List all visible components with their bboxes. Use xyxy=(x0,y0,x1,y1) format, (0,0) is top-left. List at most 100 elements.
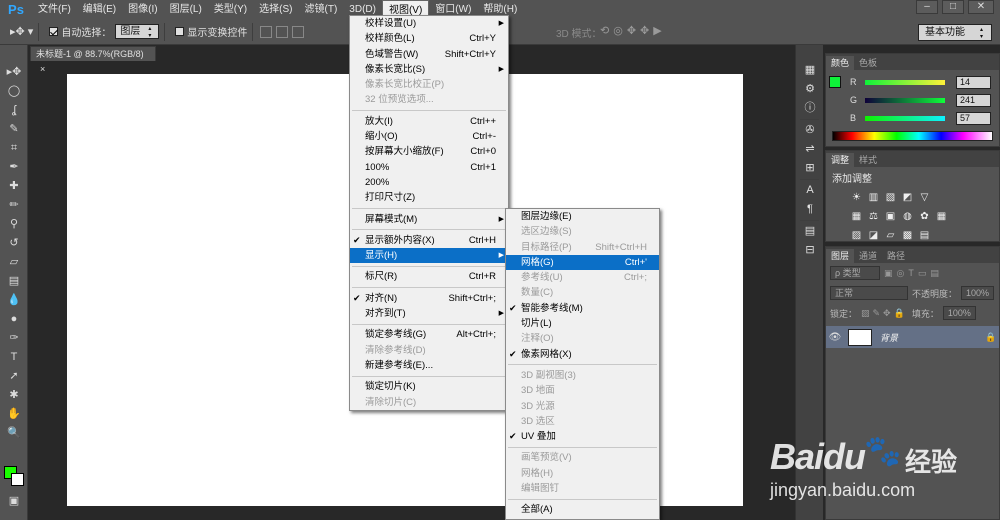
tab-paths[interactable]: 路径 xyxy=(882,249,910,263)
menu-item-row[interactable]: 放大(I) Ctrl++ xyxy=(350,114,508,129)
minimize-button[interactable]: – xyxy=(916,0,938,14)
menu-item-row[interactable]: 显示(H) ▶ xyxy=(350,248,508,264)
blue-channel-input[interactable]: 57 xyxy=(956,111,991,125)
notes-panel-icon[interactable]: ▤ xyxy=(796,222,824,241)
menu-item-row[interactable]: ✔ 智能参考线(M) xyxy=(506,301,659,316)
marquee-tool-icon[interactable]: ◯ xyxy=(0,82,28,101)
layer-comps-icon[interactable]: ⊟ xyxy=(796,241,824,260)
move-tool-icon[interactable]: ▸✥ xyxy=(0,63,28,82)
hand-tool-icon[interactable]: ✋ xyxy=(0,405,28,424)
brush-panel-icon[interactable]: ✇ xyxy=(796,121,824,140)
adjustment-row1-4-icon[interactable]: ▽ xyxy=(918,191,931,204)
menu-item-row[interactable]: 缩小(O) Ctrl+- xyxy=(350,129,508,144)
auto-select-target-select[interactable]: 图层 xyxy=(115,24,160,39)
menu-3[interactable]: 图层(L) xyxy=(164,0,208,19)
zoom-tool-icon[interactable]: 🔍 xyxy=(0,424,28,443)
color-spectrum-bar[interactable] xyxy=(832,131,993,141)
tab-adjustments[interactable]: 调整 xyxy=(826,153,855,167)
properties-panel-icon[interactable]: ⚙ xyxy=(796,80,824,99)
menu-1[interactable]: 编辑(E) xyxy=(77,0,122,19)
history-panel-icon[interactable]: ▦ xyxy=(796,61,824,80)
visibility-eye-icon[interactable]: 👁 xyxy=(826,332,844,343)
adjustment-row2-4-icon[interactable]: ✿ xyxy=(918,210,931,223)
menu-2[interactable]: 图像(I) xyxy=(122,0,163,19)
layer-filter-icons[interactable]: ▣◎T▭▤ xyxy=(884,268,943,279)
menu-4[interactable]: 类型(Y) xyxy=(208,0,253,19)
tab-layers[interactable]: 图层 xyxy=(826,249,855,263)
close-button[interactable]: ✕ xyxy=(968,0,994,14)
paragraph-panel-icon[interactable]: ¶ xyxy=(796,200,824,219)
menu-item-row[interactable]: 全部(A) xyxy=(506,502,659,517)
quick-select-tool-icon[interactable]: ✎ xyxy=(0,120,28,139)
menu-item-row[interactable]: ✔ 显示额外内容(X) Ctrl+H xyxy=(350,233,508,248)
align-top-icon[interactable] xyxy=(260,25,273,38)
menu-item-row[interactable]: 网格(G) Ctrl+' xyxy=(506,254,659,271)
opacity-input[interactable]: 100% xyxy=(961,286,995,300)
adjustment-row3-1-icon[interactable]: ◪ xyxy=(867,229,880,242)
menu-item-row[interactable]: 锁定切片(K) xyxy=(350,379,508,394)
adjustment-row3-4-icon[interactable]: ▤ xyxy=(918,229,931,242)
brush-tool-icon[interactable]: ✏ xyxy=(0,196,28,215)
eraser-tool-icon[interactable]: ▱ xyxy=(0,253,28,272)
mode-3d-icons[interactable]: ⟲◎✥✥▶ xyxy=(600,24,666,37)
layer-filter-select[interactable]: ρ 类型 xyxy=(830,266,880,280)
menu-item-row[interactable]: 锁定参考线(G) Alt+Ctrl+; xyxy=(350,327,508,342)
adjustment-row1-0-icon[interactable]: ☀ xyxy=(850,191,863,204)
clone-stamp-tool-icon[interactable]: ⚲ xyxy=(0,215,28,234)
menu-5[interactable]: 选择(S) xyxy=(253,0,298,19)
adjustment-row2-0-icon[interactable]: ▦ xyxy=(850,210,863,223)
menu-item-row[interactable]: 图层边缘(E) xyxy=(506,209,659,224)
adjustment-row1-1-icon[interactable]: ▥ xyxy=(867,191,880,204)
adjustment-row3-0-icon[interactable]: ▨ xyxy=(850,229,863,242)
adjustment-row3-3-icon[interactable]: ▩ xyxy=(901,229,914,242)
menu-item-row[interactable]: 对齐到(T) ▶ xyxy=(350,306,508,321)
pen-tool-icon[interactable]: ✑ xyxy=(0,329,28,348)
adjustment-row2-2-icon[interactable]: ▣ xyxy=(884,210,897,223)
gradient-tool-icon[interactable]: ▤ xyxy=(0,272,28,291)
adjustment-row3-2-icon[interactable]: ▱ xyxy=(884,229,897,242)
tab-styles[interactable]: 样式 xyxy=(854,153,882,167)
character-panel-icon[interactable]: A xyxy=(796,181,824,200)
menu-item-row[interactable]: 屏幕模式(M) ▶ xyxy=(350,212,508,227)
info-panel-icon[interactable]: ⓘ xyxy=(796,99,824,118)
blur-tool-icon[interactable]: 💧 xyxy=(0,291,28,310)
adjustment-row2-3-icon[interactable]: ◍ xyxy=(901,210,914,223)
tab-color[interactable]: 颜色 xyxy=(826,56,855,70)
menu-0[interactable]: 文件(F) xyxy=(32,0,77,19)
layer-row-background[interactable]: 👁 背景 🔒 xyxy=(826,326,999,348)
green-channel-slider[interactable] xyxy=(865,97,945,103)
auto-select-checkbox[interactable] xyxy=(49,27,59,36)
red-channel-input[interactable]: 14 xyxy=(956,75,991,89)
brush-presets-icon[interactable]: ⇌ xyxy=(796,140,824,159)
maximize-button[interactable]: □ xyxy=(942,0,964,14)
color-panel-foreground-swatch[interactable] xyxy=(829,76,841,88)
menu-item-row[interactable]: 校样设置(U) ▶ xyxy=(350,16,508,31)
clone-source-icon[interactable]: ⊞ xyxy=(796,159,824,178)
shape-tool-icon[interactable]: ✱ xyxy=(0,386,28,405)
lasso-tool-icon[interactable]: ʆ xyxy=(0,101,28,120)
menu-item-row[interactable]: 标尺(R) Ctrl+R xyxy=(350,269,508,284)
adjustment-row2-1-icon[interactable]: ⚖ xyxy=(867,210,880,223)
menu-item-row[interactable]: 200% xyxy=(350,175,508,190)
quick-mask-icon[interactable]: ▣ xyxy=(0,492,28,511)
close-document-icon[interactable]: × xyxy=(40,64,45,74)
menu-item-row[interactable]: 色域警告(W) Shift+Ctrl+Y xyxy=(350,47,508,62)
dodge-tool-icon[interactable]: ● xyxy=(0,310,28,329)
tab-swatches[interactable]: 色板 xyxy=(854,56,882,70)
menu-item-row[interactable]: 像素长宽比(S) ▶ xyxy=(350,62,508,77)
background-color-swatch[interactable] xyxy=(11,473,24,486)
menu-item-row[interactable]: 按屏幕大小缩放(F) Ctrl+0 xyxy=(350,144,508,159)
workspace-select[interactable]: 基本功能 xyxy=(918,24,992,41)
adjustment-row1-3-icon[interactable]: ◩ xyxy=(901,191,914,204)
red-channel-slider[interactable] xyxy=(865,79,945,85)
menu-item-row[interactable]: ✔ 像素网格(X) xyxy=(506,347,659,362)
align-bottom-icon[interactable] xyxy=(292,25,305,38)
menu-item-row[interactable]: 打印尺寸(Z) xyxy=(350,190,508,205)
fill-input[interactable]: 100% xyxy=(942,306,976,320)
menu-item-row[interactable]: 切片(L) xyxy=(506,316,659,331)
adjustment-row2-5-icon[interactable]: ▦ xyxy=(935,210,948,223)
show-transform-checkbox[interactable] xyxy=(175,27,185,36)
green-channel-input[interactable]: 241 xyxy=(956,93,991,107)
path-select-tool-icon[interactable]: ➚ xyxy=(0,367,28,386)
align-vcenter-icon[interactable] xyxy=(276,25,289,38)
